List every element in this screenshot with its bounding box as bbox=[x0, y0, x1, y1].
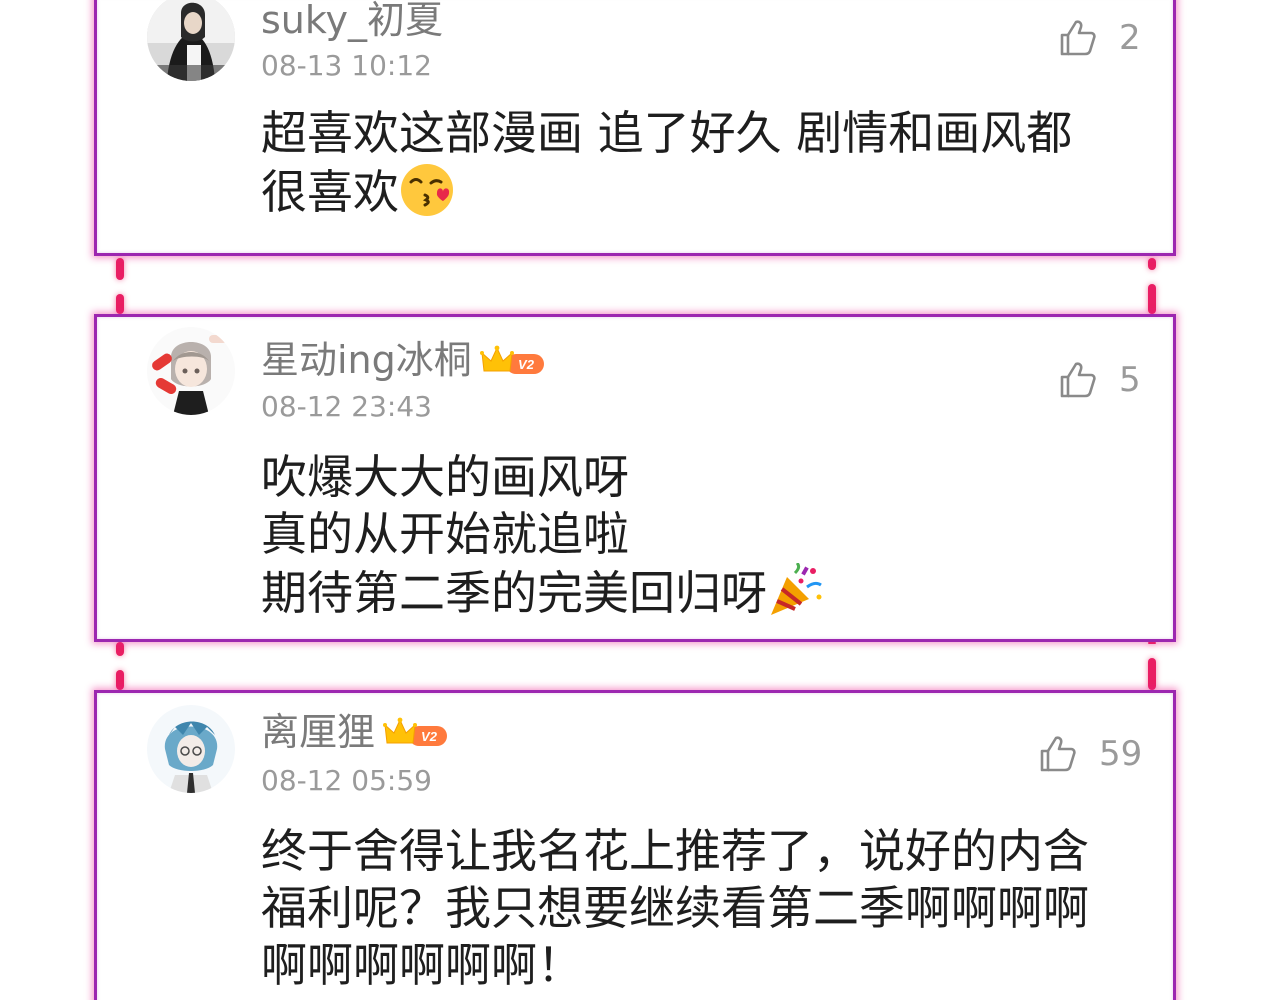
username[interactable]: suky_初夏 bbox=[261, 1, 443, 39]
comment-text: 终于舍得让我名花上推荐了，说好的内含 福利呢？我只想要继续看第二季啊啊啊啊 啊啊… bbox=[261, 823, 1141, 994]
avatar-image bbox=[147, 705, 235, 793]
connector-right bbox=[1148, 258, 1156, 270]
comment-card: 星动ing冰桐 V2 08-12 23:43 5 吹爆大大的画风呀 真的从开始就… bbox=[94, 314, 1176, 642]
thumbs-up-icon bbox=[1060, 20, 1096, 56]
comment-line-with-emoji: 很喜欢 bbox=[261, 162, 1141, 231]
username-text: 星动ing冰桐 bbox=[261, 338, 472, 382]
connector-left bbox=[116, 294, 124, 314]
svg-text:V2: V2 bbox=[518, 357, 535, 372]
crown-icon: V2 bbox=[479, 345, 544, 374]
party-popper-emoji bbox=[767, 561, 825, 632]
connector-left bbox=[116, 670, 124, 690]
kiss-emoji bbox=[399, 162, 455, 231]
avatar[interactable] bbox=[147, 705, 235, 793]
comment-line: 吹爆大大的画风呀 bbox=[261, 450, 629, 504]
connector-right bbox=[1148, 642, 1156, 644]
avatar-image bbox=[147, 327, 235, 415]
vip-badge: V2 bbox=[383, 714, 449, 750]
avatar-image bbox=[147, 0, 235, 81]
like-count: 2 bbox=[1119, 18, 1141, 58]
timestamp: 08-12 23:43 bbox=[261, 390, 432, 423]
comment-line-with-emoji: 期待第二季的完美回归呀 bbox=[261, 561, 1141, 632]
comment-line: 终于舍得让我名花上推荐了，说好的内含 bbox=[261, 824, 1089, 878]
comment-line-text: 期待第二季的完美回归呀 bbox=[261, 566, 767, 620]
username[interactable]: 离厘狸 V2 bbox=[261, 713, 449, 751]
thumbs-up-icon bbox=[1040, 736, 1076, 772]
comment-card: 离厘狸 V2 08-12 05:59 59 终于舍得让我名花上推荐了，说好的内含… bbox=[94, 690, 1176, 1000]
comment-line: 福利呢？我只想要继续看第二季啊啊啊啊 bbox=[261, 881, 1089, 935]
username[interactable]: 星动ing冰桐 V2 bbox=[261, 341, 546, 379]
vip-badge: V2 bbox=[479, 342, 546, 378]
comment-line: 啊啊啊啊啊啊！ bbox=[261, 938, 583, 992]
username-text: 离厘狸 bbox=[261, 710, 376, 754]
comment-line: 真的从开始就追啦 bbox=[261, 507, 629, 561]
like-button[interactable]: 2 bbox=[1059, 19, 1141, 57]
connector-right bbox=[1148, 284, 1156, 314]
crown-icon: V2 bbox=[383, 717, 448, 746]
like-count: 5 bbox=[1119, 360, 1141, 400]
like-count: 59 bbox=[1099, 734, 1143, 774]
comment-card: suky_初夏 08-13 10:12 2 超喜欢这部漫画 追了好久 剧情和画风… bbox=[94, 0, 1176, 256]
comment-line: 超喜欢这部漫画 追了好久 剧情和画风都 bbox=[261, 106, 1073, 160]
timestamp: 08-13 10:12 bbox=[261, 49, 432, 82]
comment-text: 吹爆大大的画风呀 真的从开始就追啦 期待第二季的完美回归呀 bbox=[261, 449, 1141, 632]
avatar[interactable] bbox=[147, 0, 235, 81]
comment-text: 超喜欢这部漫画 追了好久 剧情和画风都 很喜欢 bbox=[261, 105, 1141, 231]
connector-left bbox=[116, 642, 124, 656]
username-text: suky_初夏 bbox=[261, 0, 444, 42]
comment-line-text: 很喜欢 bbox=[261, 165, 399, 219]
svg-text:V2: V2 bbox=[421, 729, 438, 744]
connector-right bbox=[1148, 658, 1156, 690]
timestamp: 08-12 05:59 bbox=[261, 764, 432, 797]
like-button[interactable]: 59 bbox=[1039, 735, 1142, 773]
thumbs-up-icon bbox=[1060, 362, 1096, 398]
avatar[interactable] bbox=[147, 327, 235, 415]
like-button[interactable]: 5 bbox=[1059, 361, 1141, 399]
connector-left bbox=[116, 258, 124, 280]
comment-feed: suky_初夏 08-13 10:12 2 超喜欢这部漫画 追了好久 剧情和画风… bbox=[0, 0, 1280, 1000]
